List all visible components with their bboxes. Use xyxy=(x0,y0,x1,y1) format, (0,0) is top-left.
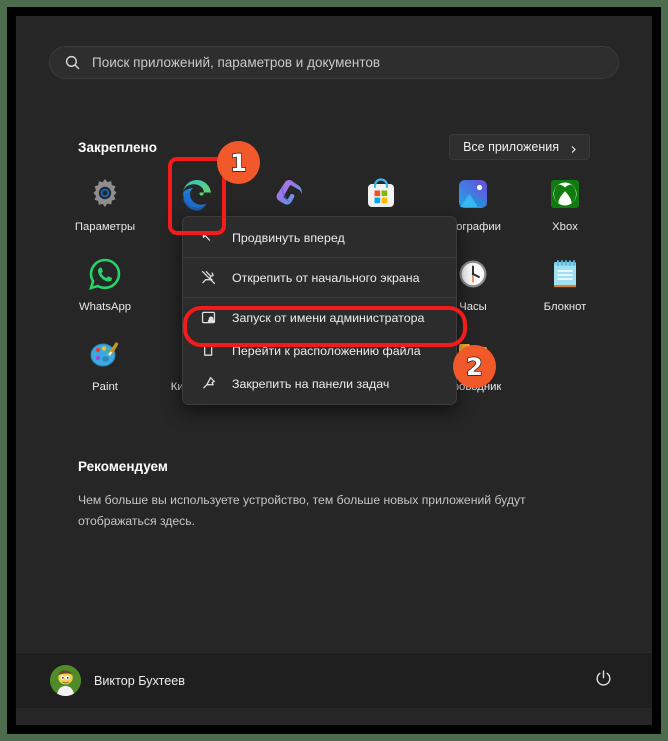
avatar xyxy=(50,665,81,696)
user-name: Виктор Бухтеев xyxy=(94,673,185,688)
app-tile-xbox-icon[interactable]: Xbox xyxy=(519,171,611,251)
app-tile-label: Параметры xyxy=(74,221,136,233)
notepad-icon xyxy=(547,256,583,292)
app-tile-label: WhatsApp xyxy=(78,301,132,313)
page-title: Закреплено xyxy=(78,139,157,155)
user-account-button[interactable]: Виктор Бухтеев xyxy=(50,665,185,696)
run-as-admin-icon xyxy=(200,309,217,326)
xbox-icon xyxy=(547,176,583,212)
context-menu-item-label: Закрепить на панели задач xyxy=(232,376,390,391)
pin-to-taskbar-icon xyxy=(200,375,217,392)
move-forward-icon xyxy=(200,229,217,246)
paint-icon xyxy=(87,336,123,372)
context-menu-item-open-file-location[interactable]: Перейти к расположению файла xyxy=(183,334,456,367)
annotation-badge-2: 2 xyxy=(453,345,496,388)
settings-gear-icon xyxy=(87,176,123,212)
app-tile-notepad-icon[interactable]: Блокнот xyxy=(519,251,611,331)
app-tile-label: Xbox xyxy=(552,221,578,233)
context-menu-separator xyxy=(183,297,456,298)
app-tile-label: Paint xyxy=(92,381,118,393)
all-apps-label: Все приложения xyxy=(463,140,559,154)
context-menu-item-label: Открепить от начального экрана xyxy=(232,270,420,285)
empty-icon xyxy=(547,336,583,372)
context-menu-item-unpin[interactable]: Открепить от начального экрана xyxy=(183,261,456,294)
microsoft-365-icon xyxy=(271,176,307,212)
power-icon xyxy=(594,669,613,693)
context-menu-item-pin-to-taskbar[interactable]: Закрепить на панели задач xyxy=(183,367,456,400)
microsoft-store-icon xyxy=(363,176,399,212)
context-menu-item-label: Перейти к расположению файла xyxy=(232,343,421,358)
clock-icon xyxy=(455,256,491,292)
app-tile-paint-icon[interactable]: Paint xyxy=(59,331,151,411)
context-menu: Продвинуть вперед Открепить от начального… xyxy=(182,216,457,405)
recommended-title: Рекомендуем xyxy=(78,459,168,474)
microsoft-edge-icon xyxy=(179,176,215,212)
app-tile-label: Блокнот xyxy=(543,301,587,313)
app-tile-empty xyxy=(519,331,611,411)
recommended-empty-text: Чем больше вы используете устройство, те… xyxy=(78,493,526,528)
search-icon xyxy=(64,54,81,71)
app-tile-label: Часы xyxy=(459,301,487,313)
annotation-badge-1: 1 xyxy=(217,141,260,184)
photos-icon xyxy=(455,176,491,212)
unpin-icon xyxy=(200,269,217,286)
pinned-section-header: Закреплено Все приложения xyxy=(78,134,590,160)
power-button[interactable] xyxy=(590,668,616,694)
whatsapp-icon xyxy=(87,256,123,292)
context-menu-separator xyxy=(183,257,456,258)
context-menu-item-move-forward[interactable]: Продвинуть вперед xyxy=(183,221,456,254)
windows-start-menu: Поиск приложений, параметров и документо… xyxy=(16,16,652,725)
context-menu-item-label: Запуск от имени администратора xyxy=(232,310,425,325)
chevron-right-icon xyxy=(569,143,578,153)
all-apps-button[interactable]: Все приложения xyxy=(449,134,590,160)
screenshot-frame: Поиск приложений, параметров и документо… xyxy=(0,0,668,741)
context-menu-item-run-as-admin[interactable]: Запуск от имени администратора xyxy=(183,301,456,334)
context-menu-item-label: Продвинуть вперед xyxy=(232,230,345,245)
start-menu-footer: Виктор Бухтеев xyxy=(16,652,652,708)
search-placeholder: Поиск приложений, параметров и документо… xyxy=(92,55,381,70)
open-file-location-icon xyxy=(200,342,217,359)
app-tile-whatsapp-icon[interactable]: WhatsApp xyxy=(59,251,151,331)
app-tile-settings-gear-icon[interactable]: Параметры xyxy=(59,171,151,251)
search-input[interactable]: Поиск приложений, параметров и документо… xyxy=(49,46,619,79)
